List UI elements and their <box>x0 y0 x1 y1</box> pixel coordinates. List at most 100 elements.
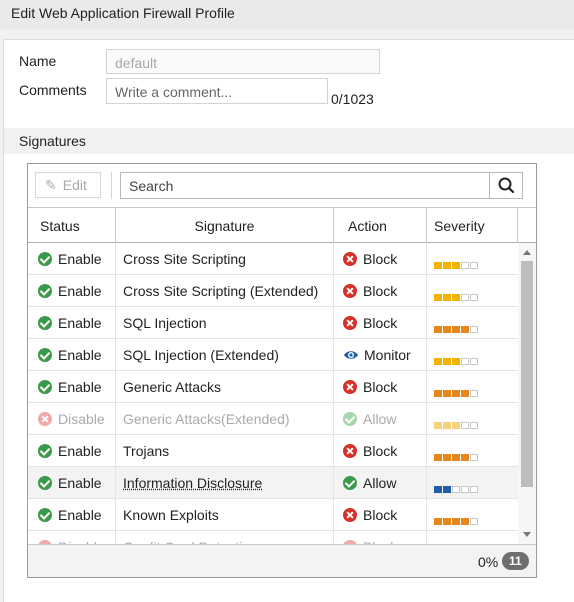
severity-segment <box>470 518 478 525</box>
severity-meter <box>434 352 479 368</box>
table-row[interactable]: Enable Known Exploits Block <box>28 499 518 531</box>
action-cell: Block <box>334 243 427 274</box>
signature-name: Cross Site Scripting (Extended) <box>123 283 319 299</box>
severity-meter <box>434 288 479 304</box>
table-row[interactable]: Enable Generic Attacks Block <box>28 371 518 403</box>
severity-meter <box>434 480 479 496</box>
severity-segment <box>470 262 478 269</box>
severity-segment <box>434 326 442 333</box>
column-header-action[interactable]: Action <box>334 208 427 243</box>
signatures-section-title: Signatures <box>19 133 86 149</box>
scroll-thumb[interactable] <box>521 261 533 487</box>
table-row[interactable]: Enable Cross Site Scripting Block <box>28 243 518 275</box>
severity-segment <box>443 486 451 493</box>
scroll-down-arrow[interactable] <box>523 532 531 537</box>
column-header-signature[interactable]: Signature <box>116 208 334 243</box>
status-cell: Enable <box>28 339 116 370</box>
comments-counter: 0/1023 <box>331 91 374 107</box>
severity-segment <box>470 358 478 365</box>
table-row[interactable]: Enable Cross Site Scripting (Extended) Blo… <box>28 275 518 307</box>
severity-segment <box>452 390 460 397</box>
severity-meter <box>434 416 479 432</box>
x-circle-icon <box>343 316 357 330</box>
table-row[interactable]: Disable Generic Attacks(Extended) Allow <box>28 403 518 435</box>
severity-segment <box>470 486 478 493</box>
check-circle-icon <box>343 476 357 490</box>
table-scrollbar[interactable] <box>518 243 536 544</box>
severity-segment <box>461 358 469 365</box>
severity-cell <box>427 531 518 544</box>
severity-segment <box>461 326 469 333</box>
signature-cell: Trojans <box>116 435 334 466</box>
x-circle-icon <box>38 412 52 426</box>
edit-button[interactable]: ✎ Edit <box>35 172 101 198</box>
signatures-toolbar: ✎ Edit Search <box>28 164 536 207</box>
column-header-severity[interactable]: Severity <box>427 208 518 243</box>
severity-meter <box>434 448 479 464</box>
severity-meter <box>434 320 479 336</box>
table-row[interactable]: Enable SQL Injection (Extended) Monitor <box>28 339 518 371</box>
severity-segment <box>452 518 460 525</box>
table-footer: 0% 11 <box>28 544 536 577</box>
signature-cell: Cross Site Scripting <box>116 243 334 274</box>
severity-segment <box>452 454 460 461</box>
status-cell: Disable <box>28 403 116 434</box>
severity-cell <box>427 307 518 338</box>
comments-field[interactable]: Write a comment... <box>106 78 328 104</box>
severity-segment <box>470 390 478 397</box>
search-input[interactable]: Search <box>120 172 490 199</box>
severity-meter <box>434 512 479 528</box>
severity-segment <box>461 262 469 269</box>
signature-name: Trojans <box>123 443 170 459</box>
severity-meter <box>434 384 479 400</box>
x-circle-icon <box>343 284 357 298</box>
severity-segment <box>443 326 451 333</box>
status-cell: Disable <box>28 531 116 544</box>
severity-segment <box>434 422 442 429</box>
severity-segment <box>443 390 451 397</box>
signatures-table-body: Enable Cross Site Scripting Block Enable Cro… <box>28 243 518 544</box>
signature-name: Cross Site Scripting <box>123 251 246 267</box>
severity-segment <box>461 518 469 525</box>
status-label: Enable <box>58 347 102 363</box>
severity-cell <box>427 467 518 498</box>
check-circle-icon <box>38 284 52 298</box>
check-circle-icon <box>38 444 52 458</box>
severity-cell <box>427 371 518 402</box>
scroll-up-arrow[interactable] <box>523 250 531 255</box>
table-row[interactable]: Enable SQL Injection Block <box>28 307 518 339</box>
check-circle-icon <box>38 252 52 266</box>
comments-label: Comments <box>19 82 87 98</box>
check-circle-icon <box>38 380 52 394</box>
status-label: Enable <box>58 507 102 523</box>
search-button[interactable] <box>489 172 523 199</box>
status-label: Disable <box>58 411 105 427</box>
severity-cell <box>427 243 518 274</box>
name-label: Name <box>19 53 57 69</box>
row-count-badge: 11 <box>502 552 529 570</box>
name-field[interactable]: default <box>106 49 380 74</box>
column-header-status[interactable]: Status <box>28 208 116 243</box>
action-cell: Monitor <box>334 339 427 370</box>
status-cell: Enable <box>28 371 116 402</box>
signature-cell: Information Disclosure <box>116 467 334 498</box>
action-label: Block <box>363 315 398 331</box>
severity-segment <box>434 262 442 269</box>
severity-segment <box>461 486 469 493</box>
signature-name[interactable]: Information Disclosure <box>123 475 262 491</box>
status-label: Enable <box>58 443 102 459</box>
action-label: Block <box>363 251 398 267</box>
severity-segment <box>452 358 460 365</box>
severity-segment <box>443 262 451 269</box>
severity-segment <box>461 390 469 397</box>
status-label: Enable <box>58 251 102 267</box>
table-row[interactable]: Enable Information Disclosure Allow <box>28 467 518 499</box>
action-label: Allow <box>363 475 397 491</box>
action-cell: Allow <box>334 403 427 434</box>
table-row[interactable]: Enable Trojans Block <box>28 435 518 467</box>
severity-segment <box>443 422 451 429</box>
severity-cell <box>427 339 518 370</box>
status-label: Enable <box>58 379 102 395</box>
table-row[interactable]: DisableCredit Card DetectionBlock <box>28 531 518 544</box>
pencil-icon: ✎ <box>45 177 57 193</box>
